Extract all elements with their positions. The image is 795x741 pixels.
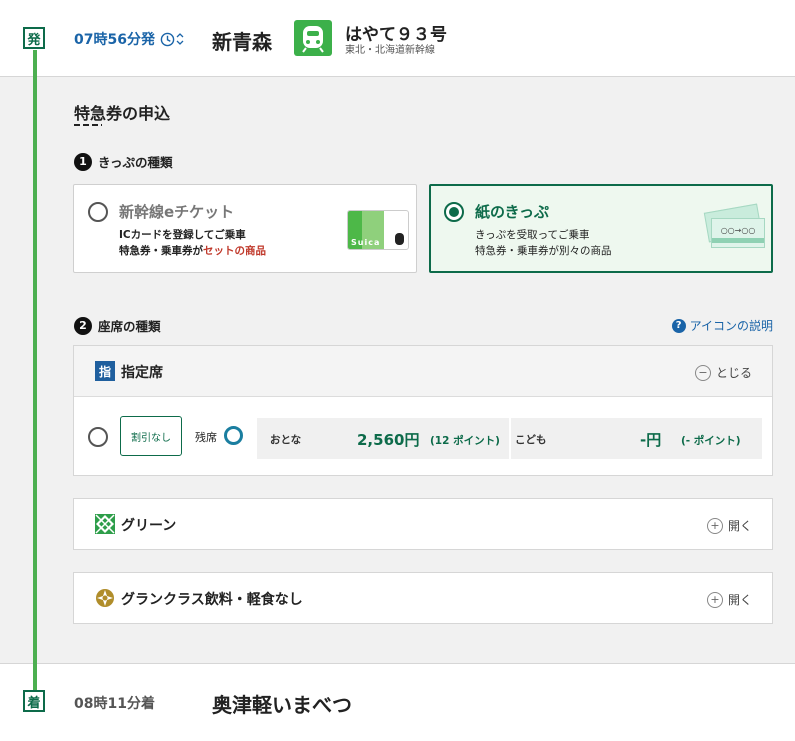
eticket-desc-line2: 特急券・乗車券がセットの商品 (119, 245, 266, 257)
step-number: 2 (74, 316, 92, 335)
step-label: きっぷの種類 (98, 155, 173, 170)
paper-radio[interactable] (444, 202, 464, 222)
child-label: こども (515, 434, 547, 446)
paper-desc-line2: 特急券・乗車券が別々の商品 (475, 245, 612, 257)
seat-panel-granclass[interactable]: グランクラス飲料・軽食なし + 開く (73, 572, 773, 624)
help-icon: ? (671, 318, 686, 333)
suica-card-label: Suica (351, 238, 381, 247)
route-rail (33, 50, 37, 690)
green-panel-header[interactable]: グリーン + 開く (74, 499, 772, 549)
departure-badge: 発 (23, 27, 45, 49)
reserved-panel-header[interactable]: 指 指定席 − とじる (74, 346, 772, 397)
green-car-icon (95, 514, 115, 534)
plus-circle-icon: + (706, 591, 723, 608)
clock-icon (160, 32, 175, 47)
reserved-seat-icon: 指 (95, 361, 115, 381)
step-ticket-type: 1 きっぷの種類 (74, 152, 173, 171)
section-title: 特急券の申込 (74, 104, 171, 123)
sort-updown-icon (176, 32, 184, 46)
icon-help-link[interactable]: ? アイコンの説明 (671, 317, 773, 334)
ticket-option-eticket[interactable]: 新幹線eチケット ICカードを登録してご乗車 特急券・乗車券がセットの商品 Su… (73, 184, 417, 273)
price-divider (509, 418, 511, 459)
collapse-label: とじる (715, 366, 752, 380)
expand-label: 開く (727, 519, 752, 533)
step-label: 座席の種類 (98, 319, 161, 334)
section-underline (74, 124, 102, 126)
reserved-seat-title: 指定席 (121, 365, 163, 381)
paper-ticket-icon: ○○→○○ (703, 203, 766, 252)
plus-circle-icon: + (706, 517, 723, 534)
icon-help-label: アイコンの説明 (689, 319, 773, 333)
adult-label: おとな (270, 434, 302, 446)
paper-title: 紙のきっぷ (475, 203, 549, 221)
granclass-title: グランクラス飲料・軽食なし (121, 592, 303, 608)
reserved-option-radio[interactable] (88, 427, 108, 447)
paper-desc-line1: きっぷを受取ってご乗車 (475, 229, 590, 241)
paper-desc: きっぷを受取ってご乗車 特急券・乗車券が別々の商品 (475, 227, 612, 259)
green-expand-toggle[interactable]: + 開く (706, 517, 752, 534)
departure-station: 新青森 (212, 30, 272, 54)
seat-panel-green[interactable]: グリーン + 開く (73, 498, 773, 550)
eticket-radio[interactable] (88, 202, 108, 222)
eticket-desc: ICカードを登録してご乗車 特急券・乗車券がセットの商品 (119, 227, 266, 259)
step-seat-type: 2 座席の種類 (74, 316, 161, 335)
adult-price: 2,560円 (357, 431, 420, 449)
child-price: -円 (640, 431, 662, 449)
departure-time-selector[interactable]: 07時56分発 (74, 29, 184, 49)
eticket-desc-line1: ICカードを登録してご乗車 (119, 229, 246, 241)
suica-card-icon: Suica (347, 210, 409, 250)
minus-circle-icon: − (694, 364, 711, 381)
adult-points: (12 ポイント) (430, 435, 500, 447)
arrival-station: 奥津軽いまべつ (212, 693, 352, 717)
step-number: 1 (74, 152, 92, 171)
availability-circle-icon (224, 426, 243, 445)
discount-badge: 割引なし (120, 416, 182, 456)
granclass-panel-header[interactable]: グランクラス飲料・軽食なし + 開く (74, 573, 772, 623)
granclass-expand-toggle[interactable]: + 開く (706, 591, 752, 608)
train-line: 東北・北海道新幹線 (345, 45, 435, 56)
child-points: (- ポイント) (681, 435, 741, 447)
arrival-badge: 着 (23, 690, 45, 712)
granclass-icon (95, 588, 115, 608)
arrival-time: 08時11分着 (74, 696, 155, 712)
eticket-title: 新幹線eチケット (119, 203, 235, 221)
reserved-collapse-toggle[interactable]: − とじる (694, 364, 752, 381)
ticket-option-paper[interactable]: 紙のきっぷ きっぷを受取ってご乗車 特急券・乗車券が別々の商品 ○○→○○ (429, 184, 773, 273)
train-icon (294, 20, 332, 56)
departure-time: 07時56分発 (74, 32, 155, 48)
expand-label: 開く (727, 593, 752, 607)
green-car-title: グリーン (121, 518, 177, 534)
paper-ticket-label: ○○→○○ (720, 226, 756, 235)
availability-label: 残席 (195, 431, 217, 444)
